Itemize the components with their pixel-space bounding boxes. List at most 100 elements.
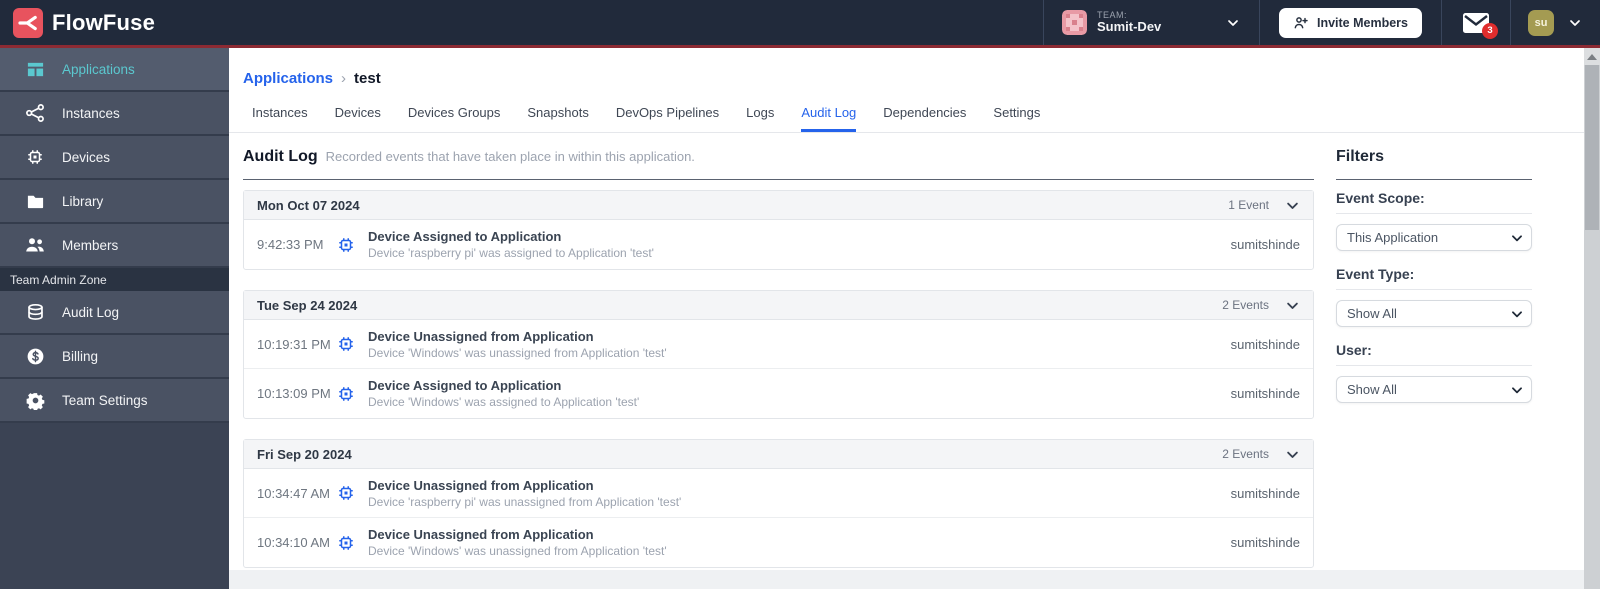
team-selector[interactable]: TEAM: Sumit-Dev [1044, 0, 1259, 45]
chip-icon [337, 385, 355, 403]
event-body: Device Unassigned from Application Devic… [368, 329, 1231, 360]
filter-field: Event Type: Show All [1336, 266, 1532, 327]
event-description: Device 'Windows' was assigned to Applica… [368, 395, 640, 409]
sidebar-item-instances[interactable]: Instances [0, 92, 229, 136]
filters-divider [1336, 179, 1532, 180]
sidebar-item-label: Members [62, 237, 119, 253]
flowfuse-logo[interactable]: FlowFuse [0, 0, 155, 45]
chip-icon [337, 484, 355, 502]
event-description: Device 'raspberry pi' was unassigned fro… [368, 494, 682, 509]
invite-members-button[interactable]: Invite Members [1278, 7, 1422, 38]
chip-icon [337, 534, 355, 552]
sidebar-item-billing[interactable]: Billing [0, 335, 229, 379]
tab-settings[interactable]: Settings [993, 105, 1040, 132]
event-title: Device Unassigned from Application [368, 328, 594, 344]
filter-fields: Event Scope: This Application Event Type… [1336, 190, 1532, 403]
chip-icon [337, 335, 355, 353]
tab-devices[interactable]: Devices [335, 105, 381, 132]
tab-instances[interactable]: Instances [252, 105, 308, 132]
tab-logs[interactable]: Logs [746, 105, 774, 132]
audit-log-group: Fri Sep 20 2024 2 Events 10:34:47 AM Dev… [243, 439, 1314, 568]
filter-select-event-type[interactable]: Show All [1336, 300, 1532, 327]
breadcrumb-current: test [354, 70, 381, 87]
event-time: 10:34:47 AM [257, 485, 330, 501]
sidebar-fill [0, 423, 229, 589]
sidebar-item-label: Devices [62, 149, 111, 165]
invite-wrap: Invite Members [1260, 0, 1441, 45]
sidebar-item-members[interactable]: Members [0, 224, 229, 268]
event-title: Device Unassigned from Application [368, 527, 594, 542]
event-description: Device 'raspberry pi' was assigned to Ap… [368, 246, 654, 260]
tab-dependencies[interactable]: Dependencies [883, 105, 966, 132]
group-event-count: 2 Events [1222, 298, 1269, 312]
notifications-button[interactable]: 3 [1463, 12, 1498, 39]
event-body: Device Unassigned from Application Devic… [368, 527, 1231, 558]
group-events: 10:19:31 PM Device Unassigned from Appli… [244, 320, 1313, 418]
breadcrumb: Applications › test [229, 48, 1584, 87]
notification-badge: 3 [1482, 22, 1498, 39]
group-event-count: 1 Event [1228, 198, 1269, 212]
database-icon [25, 302, 45, 322]
sidebar-item-devices[interactable]: Devices [0, 136, 229, 180]
chevron-down-icon[interactable] [1285, 298, 1300, 313]
event-time: 10:13:09 PM [257, 386, 331, 401]
application-tabs: Instances Devices Devices Groups Snapshots D… [229, 87, 1584, 133]
audit-event-row: 10:34:47 AM Device Unassigned from Appli… [244, 469, 1313, 518]
sidebar-item-audit-log[interactable]: Audit Log [0, 291, 229, 335]
event-description: Device 'Windows' was unassigned from App… [368, 345, 667, 360]
breadcrumb-applications-link[interactable]: Applications [243, 70, 333, 87]
audit-log-section: Audit Log Recorded events that have take… [243, 148, 1314, 588]
sidebar-item-library[interactable]: Library [0, 180, 229, 224]
sidebar-item-team-settings[interactable]: Team Settings [0, 379, 229, 423]
sidebar-admin-nav: Audit Log Billing Team Settings [0, 291, 229, 423]
scrollbar-up-arrow[interactable] [1584, 48, 1600, 65]
chevron-down-icon[interactable] [1285, 447, 1300, 462]
audit-group-header[interactable]: Mon Oct 07 2024 1 Event [244, 191, 1313, 220]
event-time: 9:42:33 PM [257, 237, 324, 252]
app-root: FlowFuse TEAM: Sumit-Dev Invite Members … [0, 0, 1600, 589]
group-event-count: 2 Events [1222, 447, 1269, 461]
sidebar-item-applications[interactable]: Applications [0, 48, 229, 92]
page-subtitle: Recorded events that have taken place in… [325, 149, 695, 164]
audit-group-header[interactable]: Fri Sep 20 2024 2 Events [244, 440, 1313, 469]
select-wrap: This Application [1336, 224, 1532, 251]
users-icon [25, 235, 45, 255]
event-user: sumitshinde [1230, 336, 1300, 352]
dollar-icon [25, 346, 45, 366]
breadcrumb-separator: › [341, 70, 347, 87]
filter-select-user[interactable]: Show All [1336, 376, 1532, 403]
event-body: Device Assigned to Application Device 'W… [368, 378, 1231, 409]
group-events: 10:34:47 AM Device Unassigned from Appli… [244, 469, 1313, 567]
folder-icon [25, 191, 45, 211]
tab-devops-pipelines[interactable]: DevOps Pipelines [616, 105, 719, 132]
tab-snapshots[interactable]: Snapshots [527, 105, 588, 132]
audit-log-group: Tue Sep 24 2024 2 Events 10:19:31 PM Dev… [243, 290, 1314, 419]
scrollbar-thumb[interactable] [1585, 65, 1599, 230]
sidebar-item-label: Team Settings [62, 392, 148, 408]
chevron-down-icon[interactable] [1285, 198, 1300, 213]
sidebar-item-label: Audit Log [62, 304, 120, 320]
event-time: 10:19:31 PM [257, 336, 331, 352]
invite-members-label: Invite Members [1316, 15, 1408, 30]
group-date: Tue Sep 24 2024 [257, 297, 358, 313]
shell: Applications Instances Devices Library M… [0, 48, 1600, 589]
audit-group-header[interactable]: Tue Sep 24 2024 2 Events [244, 291, 1313, 320]
tab-audit-log[interactable]: Audit Log [801, 105, 857, 132]
sidebar-main-nav: Applications Instances Devices Library M… [0, 48, 229, 268]
filter-select-event-scope[interactable]: This Application [1336, 224, 1532, 251]
chevron-down-icon [1567, 15, 1583, 31]
logo-text: FlowFuse [52, 9, 156, 35]
group-events: 9:42:33 PM Device Assigned to Applicatio… [244, 220, 1313, 269]
main-content: Applications › test Instances Devices Devi… [229, 48, 1584, 589]
user-menu[interactable]: su [1511, 0, 1600, 45]
audit-event-row: 10:34:10 AM Device Unassigned from Appli… [244, 518, 1313, 567]
filter-label: Event Type: [1336, 266, 1532, 290]
audit-event-row: 9:42:33 PM Device Assigned to Applicatio… [244, 220, 1313, 269]
tab-devices-groups[interactable]: Devices Groups [408, 105, 500, 132]
select-wrap: Show All [1336, 300, 1532, 327]
filter-field: Event Scope: This Application [1336, 190, 1532, 251]
top-navbar: FlowFuse TEAM: Sumit-Dev Invite Members … [0, 0, 1600, 48]
event-user: sumitshinde [1230, 237, 1300, 252]
sidebar-item-label: Library [62, 193, 104, 209]
vertical-scrollbar[interactable] [1584, 48, 1600, 589]
